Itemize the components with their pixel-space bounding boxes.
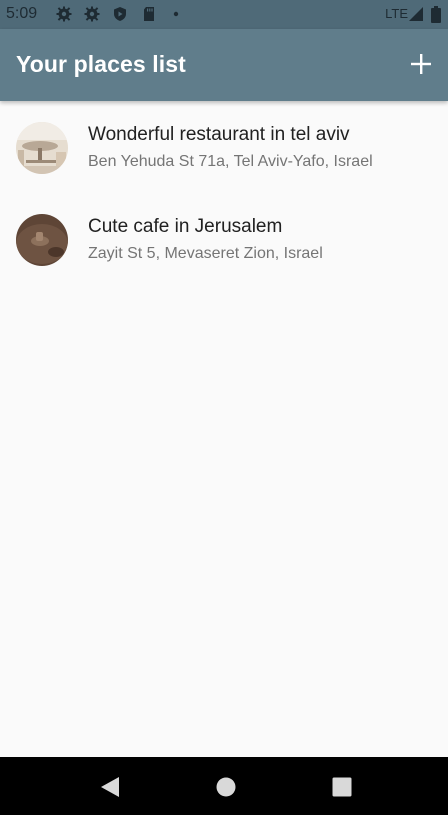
sd-card-icon	[141, 6, 157, 22]
system-nav-bar	[0, 757, 448, 815]
place-address: Zayit St 5, Mevaseret Zion, Israel	[88, 245, 323, 262]
page-title: Your places list	[16, 51, 186, 77]
battery-icon	[430, 6, 442, 23]
status-bar: 5:09 LTE	[0, 0, 448, 29]
gear-icon	[84, 6, 100, 22]
status-time: 5:09	[6, 5, 38, 22]
places-list: Wonderful restaurant in tel aviv Ben Yeh…	[0, 101, 448, 285]
screen: 5:09 LTE Your places list Wonderful rest…	[0, 0, 448, 815]
list-item[interactable]: Cute cafe in Jerusalem Zayit St 5, Mevas…	[0, 193, 448, 285]
gear-icon	[56, 6, 72, 22]
network-type: LTE	[385, 6, 408, 21]
place-thumbnail	[16, 122, 68, 174]
back-icon[interactable]	[99, 776, 121, 798]
dot-icon	[170, 6, 186, 22]
plus-icon	[411, 54, 431, 74]
app-bar: Your places list	[0, 29, 448, 101]
list-item[interactable]: Wonderful restaurant in tel aviv Ben Yeh…	[0, 101, 448, 193]
home-icon[interactable]	[215, 776, 237, 798]
place-title: Wonderful restaurant in tel aviv	[88, 124, 350, 145]
recents-icon[interactable]	[331, 776, 353, 798]
shield-icon	[112, 6, 128, 22]
place-title: Cute cafe in Jerusalem	[88, 216, 283, 237]
place-address: Ben Yehuda St 71a, Tel Aviv-Yafo, Israel	[88, 153, 373, 170]
signal-icon	[408, 6, 424, 22]
place-thumbnail	[16, 214, 68, 266]
add-place-button[interactable]	[404, 47, 438, 81]
